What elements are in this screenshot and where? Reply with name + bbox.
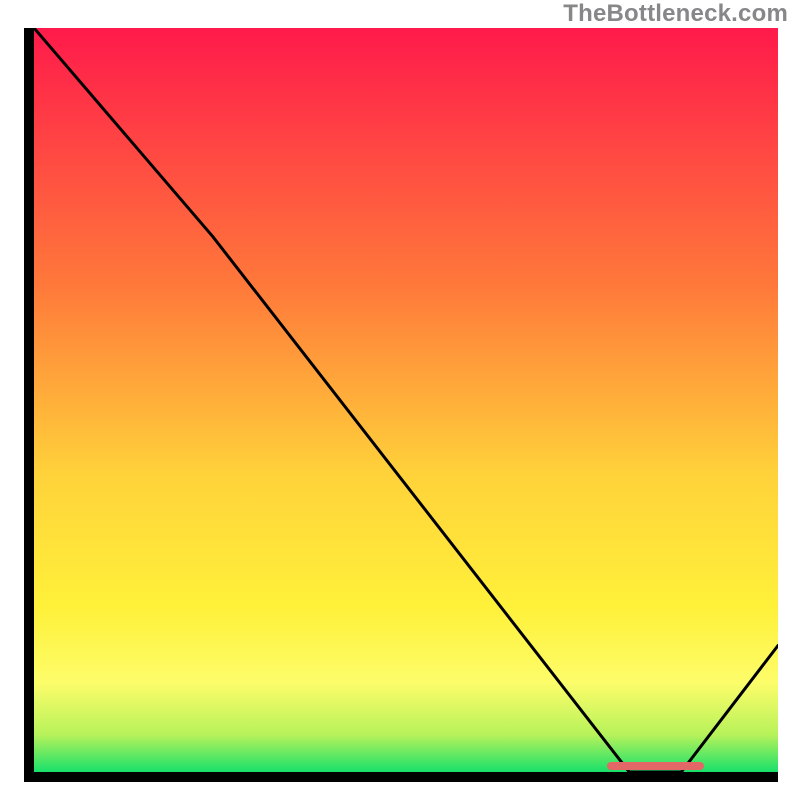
plot-area <box>34 28 778 772</box>
plot-frame <box>24 28 778 782</box>
watermark-text: TheBottleneck.com <box>563 0 788 28</box>
chart-stage: TheBottleneck.com <box>0 0 800 800</box>
bottleneck-curve <box>34 28 778 772</box>
optimal-range-marker <box>607 762 704 770</box>
